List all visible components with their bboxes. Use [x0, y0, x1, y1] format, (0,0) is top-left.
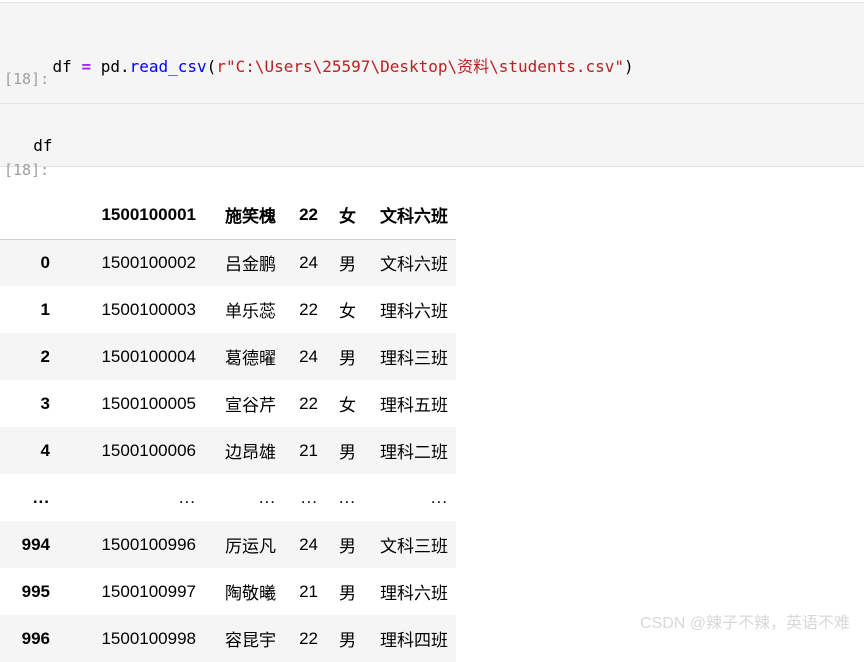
code-token: ( — [206, 57, 217, 76]
code-token: df — [33, 136, 53, 155]
execution-prompt-output: [18]: — [4, 161, 50, 179]
row-index: 1 — [40, 299, 50, 319]
row-cell: 男 — [339, 584, 356, 603]
code-token: df — [52, 57, 82, 76]
row-cell: 葛德曜 — [225, 349, 276, 368]
dataframe-header-index — [0, 191, 58, 240]
row-cell: 22 — [299, 628, 318, 648]
row-cell: 22 — [299, 299, 318, 319]
row-index: 2 — [40, 346, 50, 366]
row-cell: 1500100002 — [101, 252, 196, 272]
table-row: 3 1500100005 宣谷芹 22 女 理科五班 — [0, 380, 456, 427]
row-cell: 理科六班 — [380, 584, 448, 603]
row-cell: 1500100005 — [101, 393, 196, 413]
code-token: pd. — [91, 57, 130, 76]
row-cell: 边昂雄 — [225, 443, 276, 462]
table-row: 1 1500100003 单乐蕊 22 女 理科六班 — [0, 286, 456, 333]
row-cell: 21 — [299, 440, 318, 460]
dataframe-header-cell: 1500100001 — [58, 191, 204, 240]
row-cell: 1500100996 — [101, 534, 196, 554]
row-cell: 24 — [299, 346, 318, 366]
row-cell: 男 — [339, 443, 356, 462]
row-cell: 理科四班 — [380, 631, 448, 650]
code-line-1: df = pd.read_csv(r"C:\Users\25597\Deskto… — [14, 57, 634, 98]
row-cell: 文科三班 — [380, 537, 448, 556]
table-row: 4 1500100006 边昂雄 21 男 理科二班 — [0, 427, 456, 474]
table-row-ellipsis: ... ... ... ... ... ... — [0, 474, 456, 521]
row-cell: 理科五班 — [380, 396, 448, 415]
row-cell: 容昆宇 — [225, 631, 276, 650]
row-cell: 男 — [339, 537, 356, 556]
row-cell: 理科二班 — [380, 443, 448, 462]
code-token-string: r"C:\Users\25597\Desktop\资料\students.csv… — [216, 57, 624, 76]
row-cell: 1500100003 — [101, 299, 196, 319]
row-cell: 女 — [339, 302, 356, 321]
row-index: 4 — [40, 440, 50, 460]
code-cell-input-1[interactable]: df = pd.read_csv(r"C:\Users\25597\Deskto… — [0, 2, 864, 110]
row-cell: 女 — [339, 396, 356, 415]
dataframe-output: 1500100001 施笑槐 22 女 文科六班 0 1500100002 吕金… — [0, 191, 470, 662]
table-row: 996 1500100998 容昆宇 22 男 理科四班 — [0, 615, 456, 662]
dataframe-header-cell: 22 — [284, 191, 326, 240]
execution-prompt-input: [18]: — [4, 70, 50, 88]
row-cell: 单乐蕊 — [225, 302, 276, 321]
row-cell: 男 — [339, 631, 356, 650]
row-cell: ... — [258, 487, 276, 507]
row-cell: 21 — [299, 581, 318, 601]
row-cell: ... — [338, 487, 356, 507]
row-cell: 1500100998 — [101, 628, 196, 648]
dataframe-header-row: 1500100001 施笑槐 22 女 文科六班 — [0, 191, 456, 240]
row-cell: 1500100997 — [101, 581, 196, 601]
dataframe-body: 0 1500100002 吕金鹏 24 男 文科六班 1 1500100003 … — [0, 239, 456, 662]
row-cell: 22 — [299, 393, 318, 413]
row-cell: ... — [300, 487, 318, 507]
table-row: 0 1500100002 吕金鹏 24 男 文科六班 — [0, 239, 456, 286]
row-cell: 男 — [339, 255, 356, 275]
row-cell: 理科三班 — [380, 349, 448, 368]
dataframe-head: 1500100001 施笑槐 22 女 文科六班 — [0, 191, 456, 240]
row-cell: 1500100006 — [101, 440, 196, 460]
row-index: 995 — [21, 581, 50, 601]
csdn-watermark: CSDN @辣子不辣，英语不难 — [639, 615, 850, 632]
dataframe-header-cell: 文科六班 — [364, 191, 456, 240]
code-cell-input-2[interactable]: df — [0, 103, 864, 167]
row-index: 996 — [21, 628, 50, 648]
row-cell: 文科六班 — [380, 255, 448, 275]
row-cell: 厉运凡 — [225, 537, 276, 556]
row-cell: 男 — [339, 349, 356, 368]
row-cell: ... — [178, 487, 196, 507]
row-index: 3 — [40, 393, 50, 413]
row-cell: 宣谷芹 — [225, 396, 276, 415]
row-cell: 理科六班 — [380, 302, 448, 321]
table-row: 994 1500100996 厉运凡 24 男 文科三班 — [0, 521, 456, 568]
row-cell: 24 — [299, 252, 318, 272]
code-token: ) — [624, 57, 634, 76]
row-cell: 24 — [299, 534, 318, 554]
row-cell: 1500100004 — [101, 346, 196, 366]
table-row: 2 1500100004 葛德曜 24 男 理科三班 — [0, 333, 456, 380]
dataframe-header-cell: 施笑槐 — [204, 191, 284, 240]
row-cell: 吕金鹏 — [225, 255, 276, 275]
code-token-function: read_csv — [129, 57, 207, 76]
dataframe-header-cell: 女 — [326, 191, 364, 240]
dataframe-table: 1500100001 施笑槐 22 女 文科六班 0 1500100002 吕金… — [0, 191, 456, 662]
row-index: 0 — [40, 252, 50, 272]
row-cell: 陶敬曦 — [225, 584, 276, 603]
code-token-operator: = — [81, 57, 92, 76]
table-row: 995 1500100997 陶敬曦 21 男 理科六班 — [0, 568, 456, 615]
row-cell: ... — [430, 487, 448, 507]
row-index: ... — [32, 487, 50, 507]
row-index: 994 — [21, 534, 50, 554]
